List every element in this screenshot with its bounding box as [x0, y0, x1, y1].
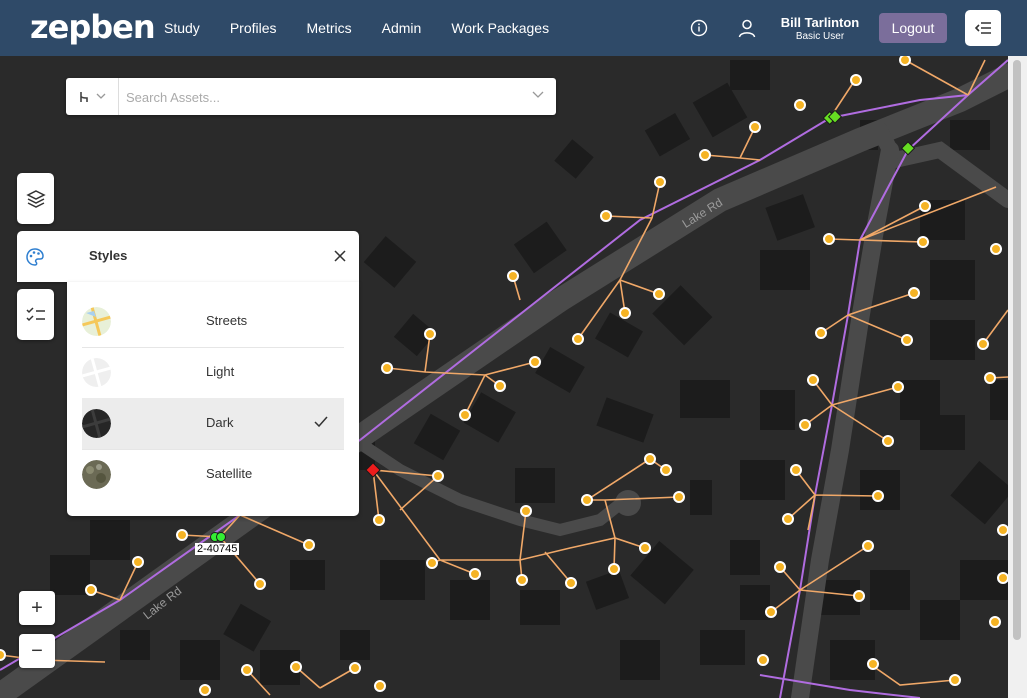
close-icon[interactable] — [333, 249, 347, 263]
nav-work-packages[interactable]: Work Packages — [451, 20, 549, 36]
main-nav: Study Profiles Metrics Admin Work Packag… — [164, 0, 579, 56]
scrollbar-thumb[interactable] — [1013, 60, 1021, 640]
zoom-out-label: − — [31, 639, 43, 662]
logout-button[interactable]: Logout — [879, 13, 947, 43]
style-option-satellite[interactable]: Satellite — [82, 449, 344, 500]
styles-panel-title: Styles — [89, 248, 128, 263]
style-label: Light — [206, 364, 235, 379]
zoom-out-button[interactable]: − — [19, 634, 55, 668]
info-icon[interactable] — [690, 19, 708, 37]
checklist-button[interactable] — [17, 289, 54, 340]
search-input[interactable] — [124, 84, 528, 111]
app-logo[interactable]: zepben — [30, 8, 156, 46]
panel-collapse-icon — [974, 22, 991, 34]
nav-profiles[interactable]: Profiles — [230, 20, 277, 36]
user-info: Bill Tarlinton Basic User — [780, 15, 860, 42]
layers-button[interactable] — [17, 173, 54, 224]
styles-panel: Streets Light Dark Satellite — [67, 282, 359, 516]
checklist-icon — [25, 306, 45, 321]
dark-thumbnail — [82, 409, 111, 438]
nav-study[interactable]: Study — [164, 20, 200, 36]
zoom-in-button[interactable]: + — [19, 591, 55, 625]
nav-metrics[interactable]: Metrics — [307, 20, 352, 36]
style-option-light[interactable]: Light — [82, 347, 344, 399]
palette-icon[interactable] — [25, 247, 45, 267]
styles-panel-header: Styles — [17, 231, 359, 282]
asset-id-label[interactable]: 2-40745 — [195, 543, 240, 555]
style-label: Satellite — [206, 466, 253, 481]
search-type-selector[interactable] — [66, 78, 119, 115]
streets-thumbnail — [82, 307, 111, 336]
network-trace-icon — [80, 91, 88, 102]
check-icon — [314, 416, 328, 428]
asset-search-bar — [66, 78, 556, 115]
chevron-down-icon — [96, 93, 106, 99]
panel-collapse-button[interactable] — [965, 10, 1001, 46]
search-dropdown-icon[interactable] — [532, 91, 544, 99]
user-name: Bill Tarlinton — [780, 15, 860, 30]
user-role: Basic User — [795, 31, 845, 42]
satellite-thumbnail — [82, 460, 111, 489]
zoom-in-label: + — [31, 596, 43, 619]
style-option-dark[interactable]: Dark — [82, 398, 344, 450]
user-icon[interactable] — [737, 18, 757, 38]
style-label: Streets — [206, 313, 248, 328]
light-thumbnail — [82, 358, 111, 387]
style-option-streets[interactable]: Streets — [82, 296, 344, 348]
layers-icon — [25, 189, 46, 208]
style-label: Dark — [206, 415, 234, 430]
top-navigation-bar: zepben Study Profiles Metrics Admin Work… — [0, 0, 1027, 56]
nav-admin[interactable]: Admin — [382, 20, 422, 36]
